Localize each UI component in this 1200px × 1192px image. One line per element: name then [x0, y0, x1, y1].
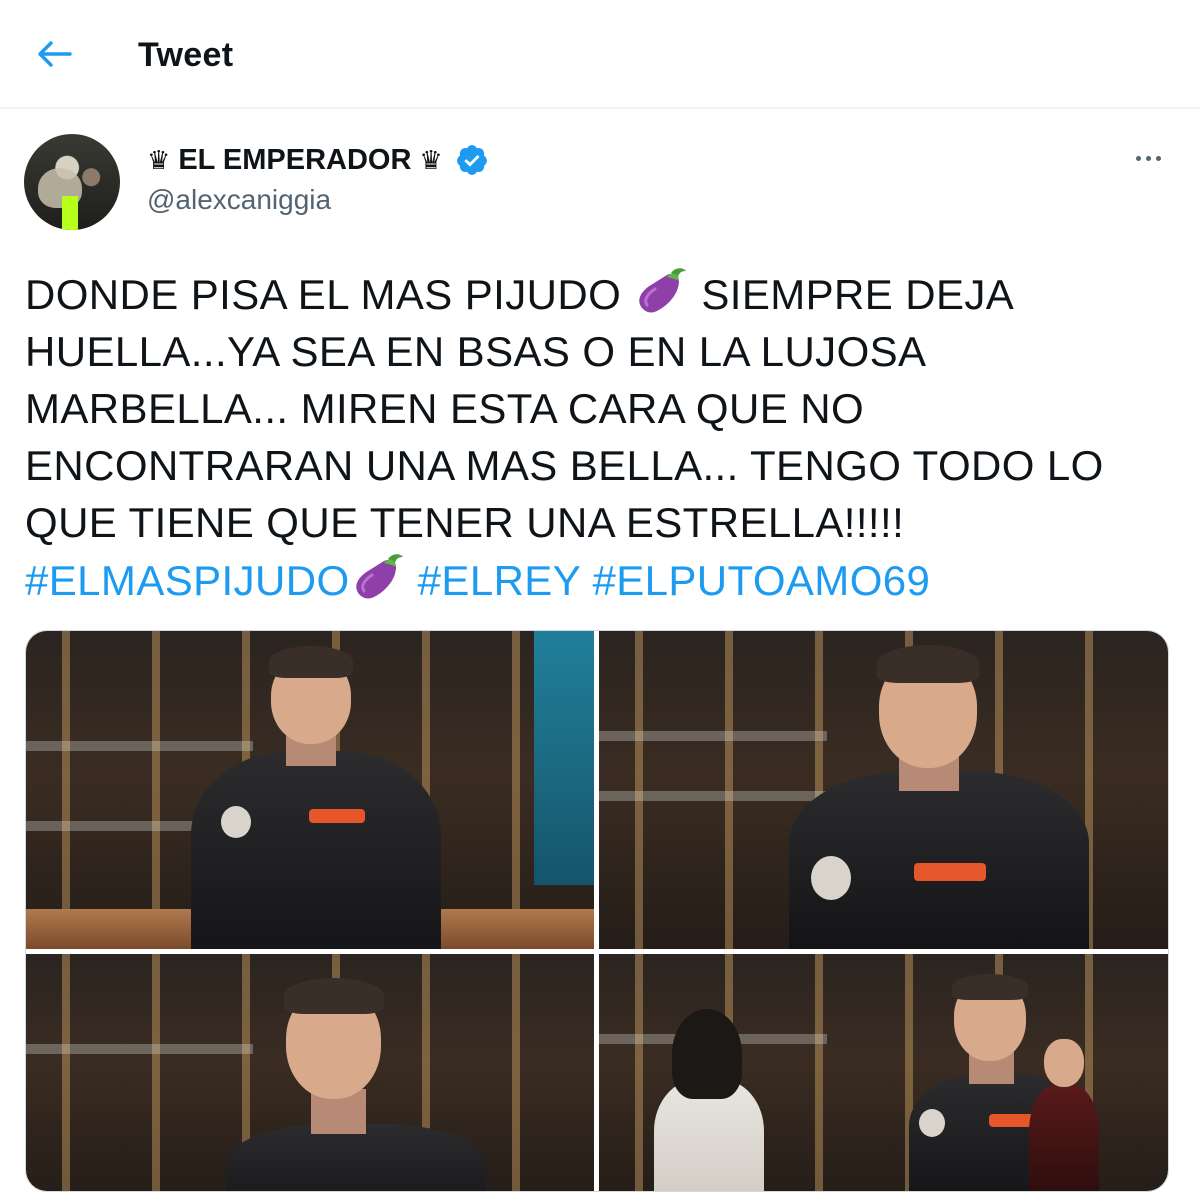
verified-badge-icon: [456, 145, 487, 175]
shelf: [26, 1044, 254, 1054]
person: [654, 1009, 764, 1191]
hashtag-link[interactable]: #ELMASPIJUDO: [25, 557, 350, 604]
avatar[interactable]: [24, 134, 120, 230]
dot: [1145, 155, 1151, 161]
hashtag-link[interactable]: #ELREY: [418, 557, 581, 604]
crown-icon: ♛: [419, 145, 443, 175]
author-name[interactable]: EL EMPERADOR: [178, 144, 411, 177]
person: [1029, 1034, 1109, 1191]
avatar-vest: [62, 196, 78, 230]
author-handle[interactable]: @alexcaniggia: [147, 184, 331, 216]
top-bar: Tweet: [0, 0, 1200, 109]
hashtag-link[interactable]: #ELPUTOAMO69: [592, 557, 930, 604]
eggplant-emoji-icon: [355, 554, 403, 599]
crown-icon: ♛: [147, 145, 171, 175]
more-options-button[interactable]: [1124, 140, 1172, 176]
person: [191, 641, 451, 949]
media-grid: [25, 630, 1169, 1192]
media-photo-3[interactable]: [26, 954, 594, 1191]
page-title: Tweet: [138, 36, 234, 74]
person: [226, 974, 486, 1191]
eggplant-emoji-icon: [639, 268, 687, 313]
dot: [1155, 155, 1161, 161]
media-photo-2[interactable]: [599, 631, 1168, 949]
tweet-text-part: DONDE PISA EL MAS PIJUDO: [25, 271, 634, 318]
media-photo-1[interactable]: [26, 631, 594, 949]
arrow-left-icon: [38, 41, 72, 67]
dot: [1135, 155, 1141, 161]
tweet-text: DONDE PISA EL MAS PIJUDO SIEMPRE DEJA HU…: [25, 265, 1175, 609]
author-name-row[interactable]: ♛ EL EMPERADOR ♛: [147, 140, 489, 180]
person: [789, 641, 1089, 949]
media-photo-4[interactable]: [599, 954, 1168, 1191]
back-button[interactable]: [30, 34, 78, 74]
